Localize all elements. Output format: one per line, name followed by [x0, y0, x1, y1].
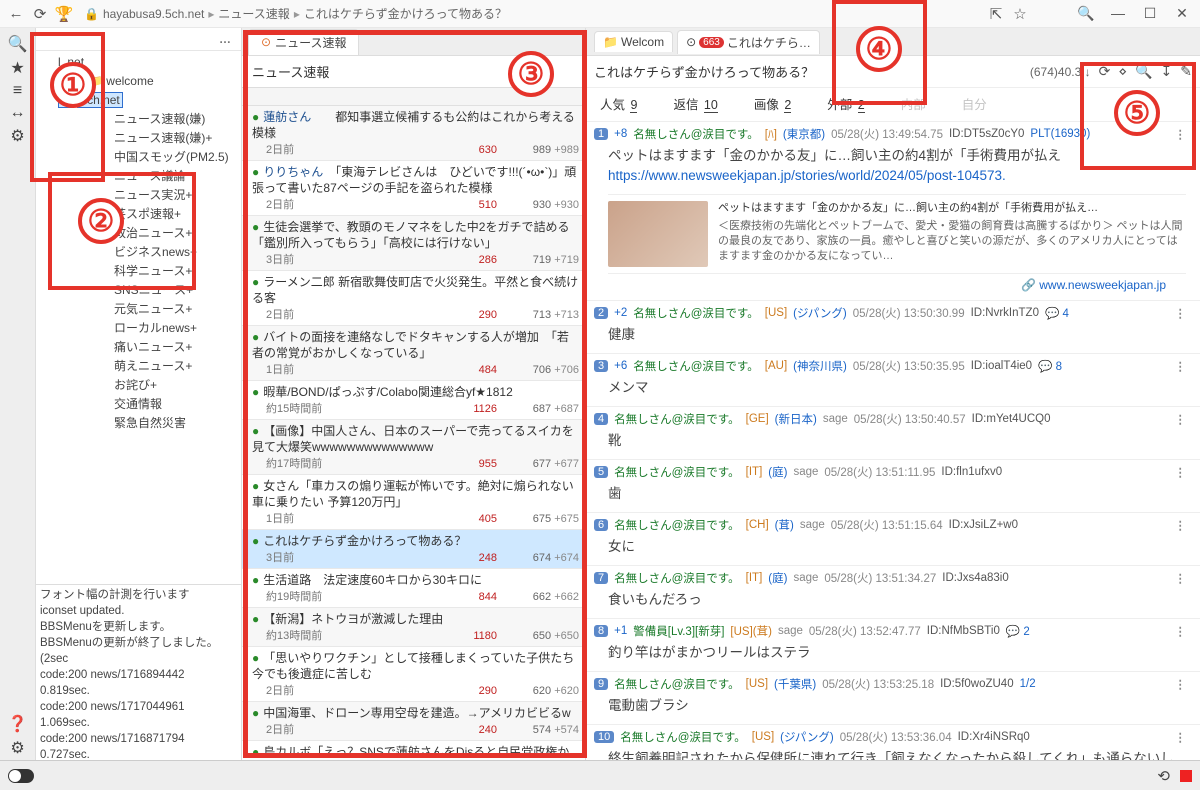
thread-item[interactable]: ●これはケチらず金かけろって物ある？3日前248674 +674: [242, 530, 585, 569]
thread-item[interactable]: ●生活道路 法定速度60キロから30キロに約19時間前844662 +662: [242, 569, 585, 608]
trophy-icon[interactable]: 🏆: [52, 5, 76, 23]
post: 2+2名無しさん@涙目です。[US](ジパング)05/28(火) 13:50:3…: [586, 301, 1200, 354]
post: 6名無しさん@涙目です。[CH](茸)sage05/28(火) 13:51:15…: [586, 513, 1200, 566]
rail-icon[interactable]: 🔍: [8, 32, 28, 56]
log-pane: フォント幅の計測を行いますiconset updated.BBSMenuを更新し…: [36, 584, 241, 760]
post: 5名無しさん@涙目です。[IT](庭)sage05/28(火) 13:51:11…: [586, 460, 1200, 513]
star-icon[interactable]: ☆: [1008, 5, 1032, 23]
toolbar-icon[interactable]: 🔍: [1135, 63, 1152, 79]
zoom-icon[interactable]: 🔍: [1072, 5, 1100, 22]
tree-node[interactable]: ⊙ 5ch.net: [42, 91, 241, 110]
toggle-switch[interactable]: [8, 769, 34, 783]
board-tree[interactable]: l_net📁 welcome⊙ 5ch.netニュース速報(嫌)ニュース速報(嫌…: [36, 51, 241, 584]
filter-tab[interactable]: 内部: [901, 94, 926, 113]
more-icon[interactable]: …: [36, 28, 241, 50]
thread-list-pane: ⊙ニュース速報 ニュース速報 ●蓮舫さん 都知事選立候補するも公約はこれから考え…: [242, 28, 586, 760]
rail-icon[interactable]: ★: [8, 56, 28, 80]
thread-item[interactable]: ●りりちゃん 「東海テレビさんは ひどいです!!!(´•ω•`)」頑張って書いた…: [242, 161, 585, 216]
filter-tab[interactable]: 自分: [962, 94, 987, 113]
filter-bar[interactable]: [242, 88, 585, 106]
thread-item[interactable]: ●中国海軍、ドローン専用空母を建造。→アメリカビビるw2日前240574 +57…: [242, 702, 585, 741]
link-card[interactable]: ペットはますます「金のかかる友」に…飼い主の約4割が「手術費用が払え…＜医療技術…: [608, 194, 1186, 274]
toolbar-icon[interactable]: ↧: [1161, 63, 1173, 79]
thread-item[interactable]: ●女さん「車カスの煽り運転が怖いです。絶対に煽られない車に乗りたい 予算120万…: [242, 475, 585, 530]
content-tab[interactable]: ⊙663これはケチら…: [677, 30, 820, 54]
post: 8+1警備員[Lv.3][新芽][US](茸)sage05/28(火) 13:5…: [586, 619, 1200, 672]
tree-node[interactable]: ビジネスnews+: [42, 243, 241, 262]
rail-icon[interactable]: ↔: [8, 102, 28, 124]
filter-tab[interactable]: 返信 10: [673, 94, 717, 113]
address-breadcrumb: 🔒 hayabusa9.5ch.net ▸ ニュース速報 ▸ これはケチらず金か…: [76, 5, 984, 22]
sidebar: … l_net📁 welcome⊙ 5ch.netニュース速報(嫌)ニュース速報…: [36, 28, 242, 760]
board-tab[interactable]: ⊙ニュース速報: [248, 29, 359, 55]
tree-node[interactable]: 政治ニュース+: [42, 224, 241, 243]
thread-item[interactable]: ●蓮舫さん 都知事選立候補するも公約はこれから考える模様2日前630989 +9…: [242, 106, 585, 161]
close-button[interactable]: ✕: [1168, 5, 1196, 22]
tree-node[interactable]: 痛いニュース+: [42, 338, 241, 357]
thread-stats: (674)40.3 ↓: [1030, 65, 1091, 79]
rail-icon[interactable]: ≡: [8, 80, 28, 102]
board-title: ニュース速報: [242, 56, 585, 88]
thread-title: これはケチらず金かけろって物ある？: [594, 62, 1030, 81]
tree-node[interactable]: 緊急自然災害: [42, 414, 241, 433]
tree-node[interactable]: 萌えニュース+: [42, 357, 241, 376]
rail-icon[interactable]: ❓: [8, 712, 28, 736]
titlebar: ← ⟳ 🏆 🔒 hayabusa9.5ch.net ▸ ニュース速報 ▸ これは…: [0, 0, 1200, 28]
filter-tab[interactable]: 外部 2: [827, 94, 864, 113]
filter-tab[interactable]: 画像 2: [754, 94, 791, 113]
tree-node[interactable]: 📁 welcome: [42, 72, 241, 91]
source-link[interactable]: 🔗 www.newsweekjapan.jp: [594, 278, 1186, 292]
post: 7名無しさん@涙目です。[IT](庭)sage05/28(火) 13:51:34…: [586, 566, 1200, 619]
thread-item[interactable]: ●生徒会選挙で、教頭のモノマネをした中2をガチで詰める「鑑別所入ってもらう」「高…: [242, 216, 585, 271]
record-icon[interactable]: [1180, 770, 1192, 782]
thread-item[interactable]: ●【新潟】ネトウヨが激減した理由約13時間前1180650 +650: [242, 608, 585, 647]
thread-item[interactable]: ●バイトの面接を連絡なしでドタキャンする人が増加 「若者の常覚がおかしくなってい…: [242, 326, 585, 381]
tree-node[interactable]: ニュース速報(嫌)+: [42, 129, 241, 148]
post: 4名無しさん@涙目です。[GE](新日本)sage05/28(火) 13:50:…: [586, 407, 1200, 460]
tree-node[interactable]: 交通情報: [42, 395, 241, 414]
tree-node[interactable]: ローカルnews+: [42, 319, 241, 338]
tree-node[interactable]: 科学ニュース+: [42, 262, 241, 281]
domain: hayabusa9.5ch.net: [103, 7, 204, 21]
filter-tab[interactable]: 人気 9: [600, 94, 637, 113]
toolbar-icon[interactable]: ✎: [1180, 63, 1192, 79]
tree-node[interactable]: l_net: [42, 53, 241, 72]
rail-icon[interactable]: ⚙: [8, 124, 28, 148]
post: 1+8名無しさん@涙目です。[ﾊ](東京都)05/28(火) 13:49:54.…: [586, 122, 1200, 301]
min-button[interactable]: —: [1104, 5, 1132, 22]
thread-item[interactable]: ●ラーメン二郎 新宿歌舞伎町店で火災発生。平然と食べ続ける客2日前290713 …: [242, 271, 585, 326]
tree-node[interactable]: ニュース実況+: [42, 186, 241, 205]
left-rail: 🔍★≡↔⚙ ❓⚙: [0, 28, 36, 760]
tree-node[interactable]: 中国スモッグ(PM2.5): [42, 148, 241, 167]
tree-node[interactable]: お詫び+: [42, 376, 241, 395]
toolbar-icon[interactable]: ⋄: [1118, 63, 1127, 79]
tree-node[interactable]: 元気ニュース+: [42, 300, 241, 319]
footer: ⟲: [0, 760, 1200, 790]
thread-item[interactable]: ●島カルボ「えっ？SNSで蓮舫さんをDisると自民党政権から時給って本当？」 蓮…: [242, 741, 585, 760]
thread-item[interactable]: ●「思いやりワクチン」として接種しまくっていた子供たち 今でも後遺症に苦しむ2日…: [242, 647, 585, 702]
toolbar-icon[interactable]: ⟳: [1099, 63, 1111, 79]
content-tab[interactable]: 📁Welcom: [594, 31, 673, 52]
post: 3+6名無しさん@涙目です。[AU](神奈川県)05/28(火) 13:50:3…: [586, 354, 1200, 407]
rail-icon[interactable]: ⚙: [8, 736, 28, 760]
post: 10名無しさん@涙目です。[US](ジパング)05/28(火) 13:53:36…: [586, 725, 1200, 760]
max-button[interactable]: ☐: [1136, 5, 1164, 22]
post-link[interactable]: https://www.newsweekjapan.jp/stories/wor…: [608, 168, 1006, 183]
tree-node[interactable]: ニュース議論: [42, 167, 241, 186]
thread-item[interactable]: ●【画像】中国人さん、日本のスーパーで売ってるスイカを見て大爆笑wwwwwwww…: [242, 420, 585, 475]
post: 9名無しさん@涙目です。[US](千葉県)05/28(火) 13:53:25.1…: [586, 672, 1200, 725]
reload-icon[interactable]: ⟳: [28, 5, 52, 23]
tree-node[interactable]: ニュース速報(嫌): [42, 110, 241, 129]
thread-item[interactable]: ●暇華/BOND/ぱっぷす/Colabo関連総合yf★1812約15時間前112…: [242, 381, 585, 420]
content-pane: 📁Welcom⊙663これはケチら… これはケチらず金かけろって物ある？ (67…: [586, 28, 1200, 760]
tree-node[interactable]: SNSニュース+: [42, 281, 241, 300]
external-icon[interactable]: ⇱: [984, 5, 1008, 23]
sync-icon[interactable]: ⟲: [1157, 767, 1170, 785]
tree-node[interactable]: 芸スポ速報+: [42, 205, 241, 224]
back-icon[interactable]: ←: [4, 5, 28, 22]
